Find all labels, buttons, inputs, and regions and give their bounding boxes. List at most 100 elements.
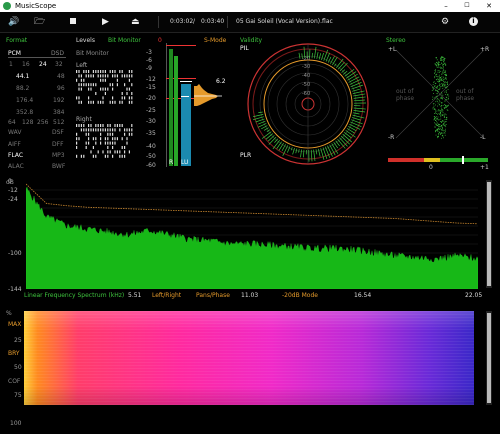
stereo-dot xyxy=(436,99,438,101)
correlation-zero: 0 xyxy=(429,164,433,171)
stereo-dot xyxy=(441,66,443,68)
bit-cell xyxy=(128,74,130,78)
spectrum-mode-label[interactable]: Linear Frequency Spectrum (kHz) xyxy=(24,292,124,299)
stereo-dot xyxy=(441,56,443,58)
stereo-dot xyxy=(438,131,440,133)
bit-cell xyxy=(83,83,85,87)
stereo-dot xyxy=(444,83,446,85)
bit-cell xyxy=(102,74,104,78)
spectrogram-scrollbar[interactable] xyxy=(486,311,492,405)
stereo-dot xyxy=(446,94,448,96)
bit-cell xyxy=(85,146,87,149)
meter-scale-label: -9 xyxy=(146,65,152,72)
bit-cell xyxy=(131,128,133,132)
stereo-dot xyxy=(442,109,444,111)
stereo-dot xyxy=(435,123,437,125)
stereo-dot xyxy=(437,124,439,126)
stereo-dot xyxy=(439,87,441,89)
stereo-dot xyxy=(440,80,442,81)
maximize-button[interactable]: ☐ xyxy=(458,0,476,12)
s-mode-label[interactable]: S-Mode xyxy=(204,37,226,44)
stereo-dot xyxy=(444,84,445,86)
bits-16: 16 xyxy=(22,61,30,68)
footer-left-right[interactable]: Left/Right xyxy=(152,292,181,299)
spectrum-y-tick: -12 xyxy=(8,187,18,194)
spectro-label-bry: BRY xyxy=(8,350,20,357)
spectro-label-100: 100 xyxy=(10,420,22,427)
meter-ref-line xyxy=(166,45,196,46)
levels-tab[interactable]: Levels xyxy=(76,37,95,44)
volume-icon[interactable]: 🔊 xyxy=(8,17,19,27)
minimize-button[interactable]: – xyxy=(437,0,455,12)
footer-20db-mode[interactable]: -20dB Mode xyxy=(282,292,318,299)
stereo-dot xyxy=(435,112,436,114)
bit-monitor-tab[interactable]: Bit Monitor xyxy=(108,37,141,44)
stereo-dot xyxy=(443,130,445,132)
bit-cell xyxy=(102,78,104,82)
info-icon[interactable]: i xyxy=(469,17,478,26)
bit-cell xyxy=(109,83,111,87)
folder-icon[interactable]: 🗁 xyxy=(34,17,45,27)
current-time: 0:03:02 xyxy=(170,18,194,25)
stereo-dot xyxy=(439,113,441,115)
stereo-dot xyxy=(443,61,445,63)
stop-icon[interactable] xyxy=(70,18,76,24)
bit-cell xyxy=(114,150,116,154)
stereo-dot xyxy=(434,122,435,124)
bit-cell xyxy=(95,83,97,87)
stereo-dot xyxy=(444,121,446,123)
gear-icon[interactable]: ⚙ xyxy=(441,17,449,27)
stereo-dot xyxy=(438,74,440,76)
stereo-dot xyxy=(441,57,443,58)
stereo-dot xyxy=(441,132,442,134)
right-channel-label: Right xyxy=(76,116,92,123)
bit-cell xyxy=(97,70,99,73)
close-button[interactable]: ✕ xyxy=(480,0,498,12)
stereo-dot xyxy=(436,101,438,102)
spectrogram-scroll-thumb[interactable] xyxy=(487,313,491,403)
correlation-bar-zero xyxy=(424,158,440,162)
bit-cell xyxy=(119,128,121,132)
footer-pans-phase[interactable]: Pans/Phase xyxy=(196,292,230,299)
spectro-label-max: MAX xyxy=(8,321,22,328)
spectrum-panel: dB 0 -12 -24 -100 -144 Linear Frequency Spec… xyxy=(4,178,496,302)
stereo-dot xyxy=(441,115,443,116)
spectrum-scroll-thumb[interactable] xyxy=(487,182,491,286)
stereo-dot xyxy=(440,121,441,123)
stereo-dot xyxy=(434,107,436,109)
bit-cell xyxy=(124,132,126,136)
stereo-dot xyxy=(441,129,443,131)
validity-spike xyxy=(315,149,318,155)
bit-cell xyxy=(107,146,109,149)
spectro-label-cof: COF xyxy=(8,378,21,385)
bit-cell xyxy=(104,154,106,158)
stereo-dot xyxy=(436,122,438,124)
stereo-dot xyxy=(439,94,441,96)
bit-cell xyxy=(95,70,97,73)
stereo-dot xyxy=(434,76,436,78)
stereo-dot xyxy=(434,117,436,119)
stereo-dot xyxy=(444,82,446,83)
stereo-dot xyxy=(445,84,447,86)
eject-icon[interactable]: ⏏ xyxy=(131,17,140,27)
play-icon[interactable]: ▶ xyxy=(102,17,109,27)
bit-cell xyxy=(92,100,94,104)
bit-cell xyxy=(102,128,104,132)
bit-cell xyxy=(90,100,92,104)
bit-cell xyxy=(92,74,94,78)
bit-cell xyxy=(107,87,109,91)
stereo-dot xyxy=(440,109,442,111)
format-dsd: DSD xyxy=(51,50,65,57)
stereo-dot xyxy=(442,129,444,131)
stereo-dot xyxy=(440,79,442,80)
stereo-dot xyxy=(445,121,447,122)
spectrum-scrollbar[interactable] xyxy=(486,180,492,288)
radar-ring-label: -60 xyxy=(302,91,310,97)
bit-cell xyxy=(100,87,102,91)
stereo-dot xyxy=(437,75,439,77)
bit-cell xyxy=(90,150,92,154)
stereo-dot xyxy=(446,98,448,100)
bit-cell xyxy=(126,74,128,78)
stereo-dot xyxy=(435,134,437,136)
stereo-dot xyxy=(437,105,438,107)
